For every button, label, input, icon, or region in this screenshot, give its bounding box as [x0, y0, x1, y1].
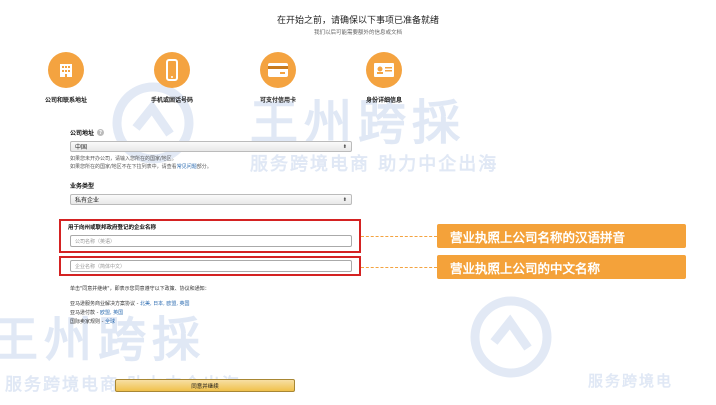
- country-hint-2: 如果您所在的国家/地区不在下拉列表中，请查看常见问题部分。: [70, 163, 352, 171]
- terms-line-prefix: 亚马逊服务商业解决方案协议 -: [70, 301, 140, 307]
- step-label: 手机或固话号码: [150, 97, 193, 104]
- company-name-pinyin-input[interactable]: 公司名称（英语）: [70, 235, 352, 247]
- phone-icon: [154, 52, 190, 88]
- connector-line: [361, 236, 437, 237]
- terms-link[interactable]: 全球: [105, 319, 115, 325]
- chevron-updown-icon: ⬍: [342, 143, 347, 150]
- terms-line: 国际卖家规则 - 全球: [70, 318, 360, 327]
- country-select[interactable]: 中国 ⬍: [70, 141, 352, 152]
- terms-line-prefix: 亚马逊付款 -: [70, 310, 100, 316]
- address-label-text: 公司地址: [70, 130, 95, 137]
- callout-chinese: 营业执照上公司的中文名称: [437, 255, 686, 279]
- hint-suffix: 部分。: [196, 164, 212, 170]
- agree-continue-button[interactable]: 同意并继续: [115, 379, 295, 392]
- terms-section: 单击"同意并继续"，即表示您同意遵守以下政策、协议和通知： 亚马逊服务商业解决方…: [70, 285, 360, 327]
- page-title: 在开始之前，请确保以下事项已准备就绪: [276, 16, 439, 26]
- company-name-label: 用于向州或联邦政府登记的企业名称: [68, 225, 157, 231]
- company-name-chinese-input[interactable]: 企业名称（简体中文）: [70, 260, 352, 272]
- terms-intro: 单击"同意并继续"，即表示您同意遵守以下政策、协议和通知：: [70, 286, 210, 292]
- business-type-value: 私有企业: [75, 197, 100, 204]
- page-subtitle: 我们以后可能需要额外的信息或文档: [313, 30, 402, 36]
- terms-link[interactable]: 北美, 日本, 欧盟, 英国: [140, 301, 190, 307]
- step-label: 身份详细信息: [365, 97, 402, 104]
- step-credit-card: 可支付信用卡: [238, 52, 318, 104]
- id-card-icon: [366, 52, 402, 88]
- business-type-label: 业务类型: [70, 183, 95, 190]
- chevron-updown-icon: ⬍: [342, 196, 347, 203]
- connector-line: [361, 267, 437, 268]
- help-icon[interactable]: ?: [97, 129, 105, 136]
- watermark-slogan-3: 服务跨境电: [588, 372, 674, 390]
- step-company-address: 公司和联系地址: [26, 52, 106, 104]
- country-hint-1: 如果您未开办公司，请输入您所在的国家/地区。: [70, 156, 177, 162]
- hint-prefix: 如果您所在的国家/地区不在下拉列表中，请查看: [70, 164, 177, 170]
- watermark-logo-icon-2: [470, 296, 552, 378]
- building-icon: [48, 52, 84, 88]
- step-phone: 手机或固话号码: [132, 52, 212, 104]
- step-label: 公司和联系地址: [44, 97, 87, 104]
- step-label: 可支付信用卡: [259, 97, 296, 104]
- address-field-label: 公司地址 ?: [70, 128, 352, 137]
- terms-line-prefix: 国际卖家规则 -: [70, 319, 105, 325]
- business-type-select[interactable]: 私有企业 ⬍: [70, 194, 352, 205]
- step-identity: 身份详细信息: [344, 52, 424, 104]
- terms-line: 亚马逊服务商业解决方案协议 - 北美, 日本, 欧盟, 英国: [70, 300, 360, 309]
- registration-form: 公司地址 ? 中国 ⬍ 如果您未开办公司，请输入您所在的国家/地区。 如果您所在…: [70, 128, 352, 205]
- terms-line: 亚马逊付款 - 欧盟, 英国: [70, 309, 360, 318]
- credit-card-icon: [260, 52, 296, 88]
- callout-pinyin: 营业执照上公司名称的汉语拼音: [437, 224, 686, 248]
- faq-link[interactable]: 常见问题: [177, 164, 197, 170]
- terms-link[interactable]: 欧盟, 英国: [100, 310, 123, 316]
- country-select-value: 中国: [75, 144, 88, 151]
